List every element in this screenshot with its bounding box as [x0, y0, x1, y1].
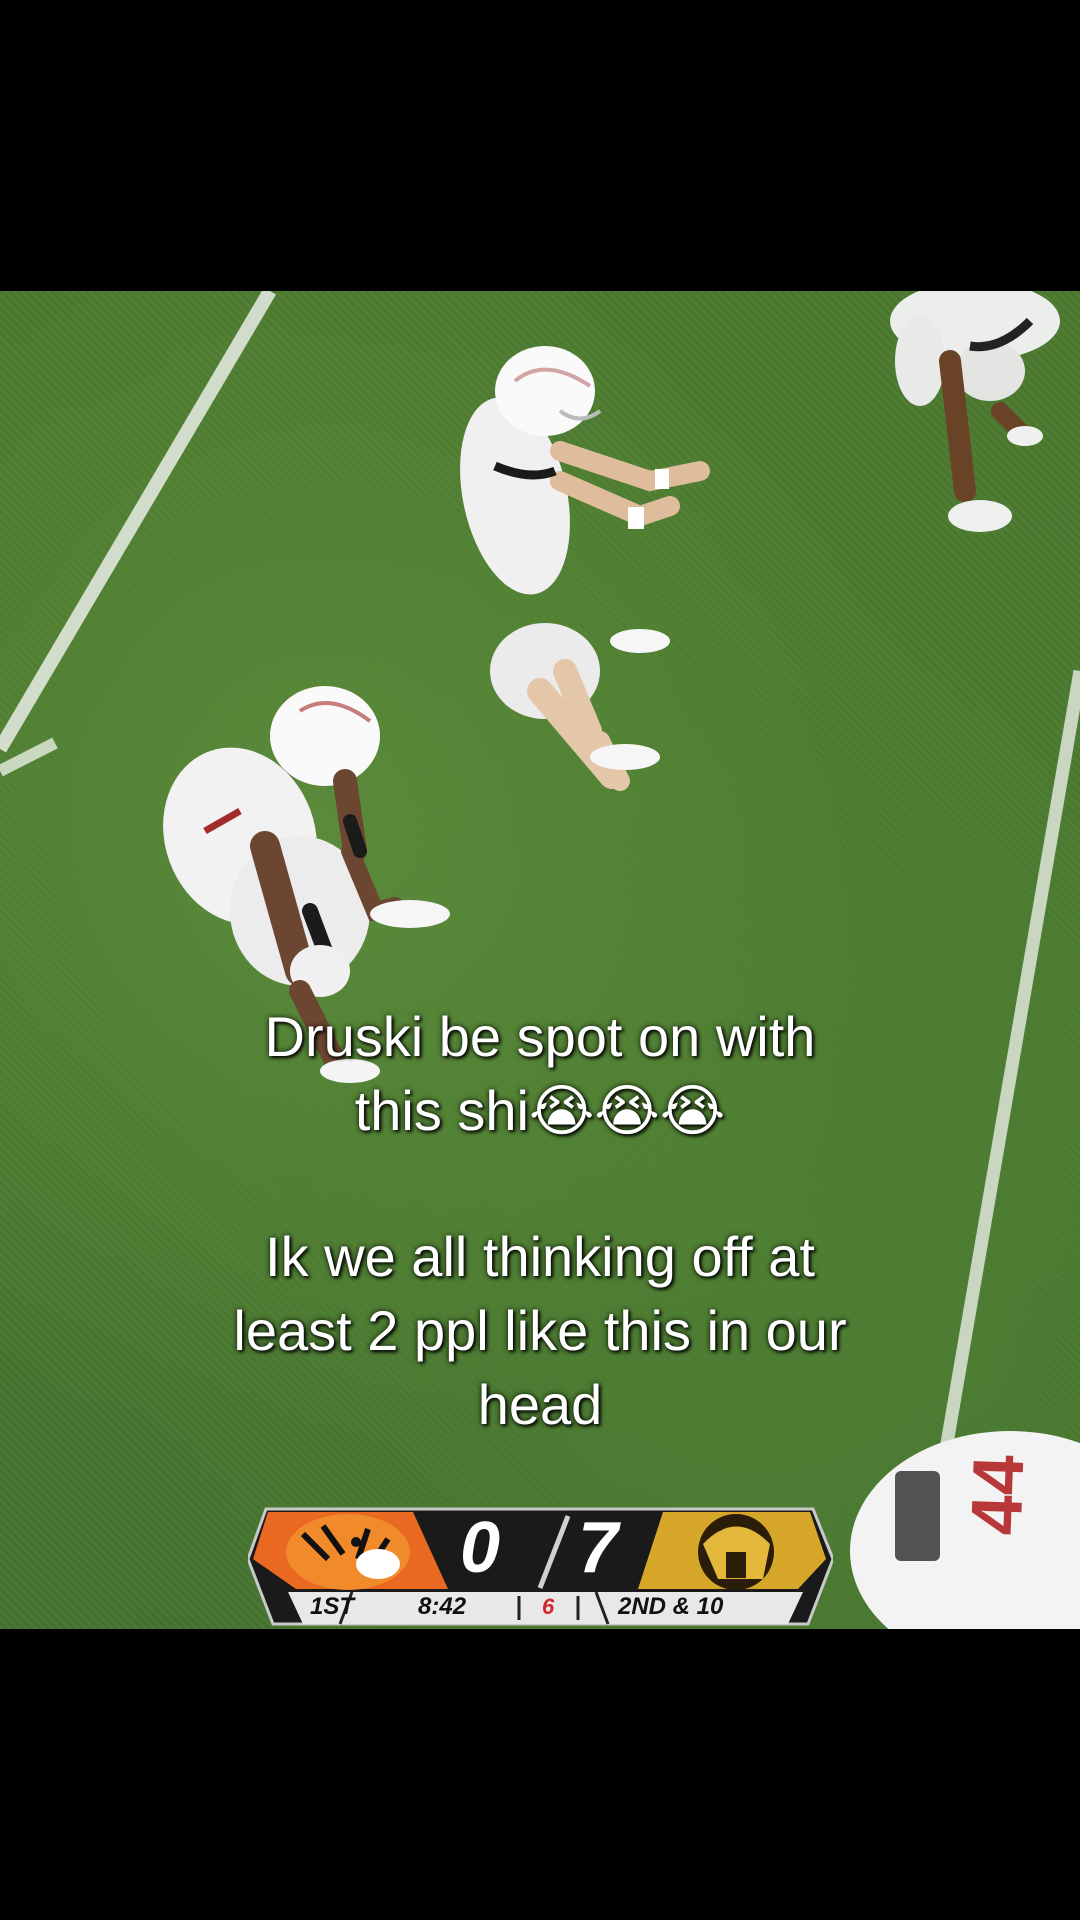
- jersey-number-bottom-right: 44: [956, 1453, 1040, 1537]
- caption-line-5: head: [477, 1373, 603, 1436]
- trojan-helmet-logo-icon: [698, 1514, 774, 1590]
- quarter-indicator: 1ST: [310, 1593, 355, 1620]
- away-score: 7: [578, 1508, 619, 1588]
- caption-line-4: least 2 ppl like this in our: [233, 1299, 847, 1362]
- player-quarterback: [460, 346, 710, 791]
- caption-bottom: Ik we all thinking off at least 2 ppl li…: [140, 1220, 940, 1442]
- caption-top: Druski be spot on with this shi😭😭😭: [140, 1000, 940, 1149]
- game-clock: 8:42: [418, 1593, 467, 1620]
- video-frame[interactable]: 44 Druski be spot on with this shi😭😭😭 Ik…: [0, 291, 1080, 1629]
- caption-line-2: this shi😭😭😭: [140, 1074, 940, 1149]
- tiger-logo-icon: [286, 1514, 410, 1590]
- caption-line-1: Druski be spot on with: [264, 1005, 816, 1068]
- down-and-distance: 2ND & 10: [618, 1593, 724, 1620]
- scoreboard: 0 7 1ST 8:42 6 2ND & 10: [246, 1504, 835, 1629]
- home-score: 0: [460, 1508, 501, 1588]
- caption-line-2-text: this shi: [354, 1079, 529, 1142]
- player-top-right: [890, 291, 1060, 532]
- caption-line-3: Ik we all thinking off at: [265, 1225, 815, 1288]
- yard-line-left: [0, 291, 277, 753]
- flag-indicator: 6: [542, 1594, 555, 1619]
- crying-emoji-icon: 😭😭😭: [528, 1079, 726, 1144]
